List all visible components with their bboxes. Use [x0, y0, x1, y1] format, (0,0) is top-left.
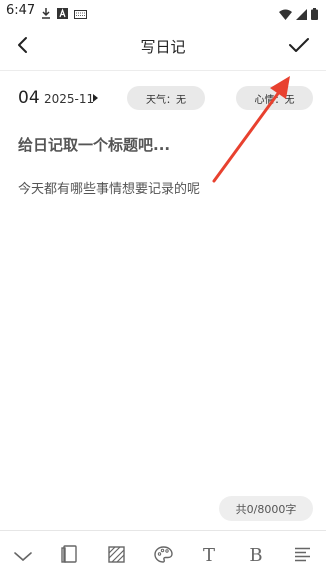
- background-button[interactable]: [103, 543, 129, 569]
- status-bar: 6:47: [0, 0, 326, 24]
- page-title: 写日记: [140, 38, 186, 56]
- align-icon: [294, 547, 311, 566]
- status-time: 6:47: [6, 3, 36, 18]
- palette-button[interactable]: [150, 543, 176, 569]
- palette-icon: [153, 545, 173, 567]
- battery-icon: [311, 5, 318, 24]
- editor-toolbar: T B: [0, 531, 326, 581]
- wifi-icon: [279, 5, 292, 24]
- template-icon: [61, 545, 77, 567]
- save-button[interactable]: [286, 34, 312, 60]
- collapse-icon: [14, 547, 32, 566]
- download-icon: [41, 4, 51, 23]
- header-divider: [0, 70, 326, 71]
- text-icon: T: [202, 545, 215, 566]
- collapse-button[interactable]: [10, 543, 36, 569]
- word-counter: 共0/8000字: [219, 496, 313, 521]
- date-row: 04 2025-11 天气：无 心情：无: [0, 82, 326, 114]
- background-icon: [107, 545, 125, 567]
- text-style-button[interactable]: T: [196, 543, 222, 569]
- app-bar: 写日记: [0, 24, 326, 70]
- mood-chip[interactable]: 心情：无: [236, 86, 313, 110]
- signal-icon: [296, 5, 307, 24]
- bold-button[interactable]: B: [243, 543, 269, 569]
- date-expand-arrow-icon[interactable]: [93, 94, 98, 102]
- diary-title-input[interactable]: 给日记取一个标题吧...: [18, 134, 170, 155]
- date-year-month[interactable]: 2025-11: [44, 92, 94, 106]
- bold-icon: B: [249, 545, 263, 566]
- template-button[interactable]: [56, 543, 82, 569]
- keyboard-icon: [74, 4, 87, 23]
- diary-body-input[interactable]: 今天都有哪些事情想要记录的呢: [18, 178, 200, 197]
- date-day[interactable]: 04: [18, 88, 40, 108]
- align-button[interactable]: [289, 543, 315, 569]
- check-icon: [289, 37, 309, 57]
- weather-chip[interactable]: 天气：无: [127, 86, 205, 110]
- font-icon: [57, 4, 68, 23]
